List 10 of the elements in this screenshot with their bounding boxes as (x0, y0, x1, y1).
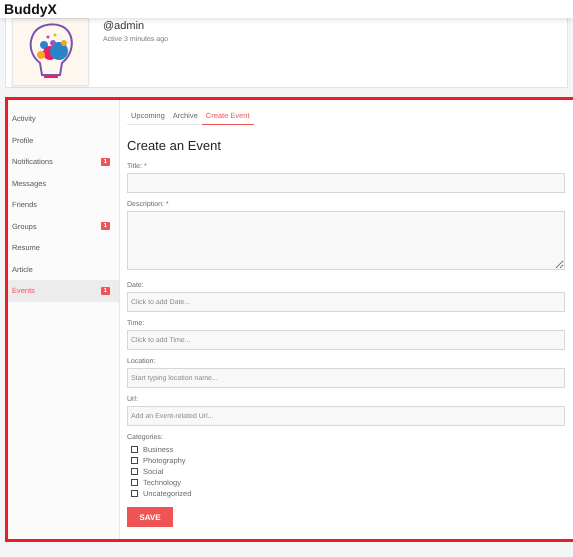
checkbox[interactable] (131, 490, 138, 497)
checkbox[interactable] (131, 457, 138, 464)
checkbox[interactable] (131, 446, 138, 453)
username-handle: @admin (103, 20, 146, 33)
description-field[interactable] (127, 211, 565, 270)
form-heading: Create an Event (127, 138, 222, 153)
input-field[interactable] (127, 173, 565, 193)
checkbox[interactable] (131, 468, 138, 475)
checkbox[interactable] (131, 479, 138, 486)
site-title[interactable]: BuddyX (4, 1, 57, 17)
